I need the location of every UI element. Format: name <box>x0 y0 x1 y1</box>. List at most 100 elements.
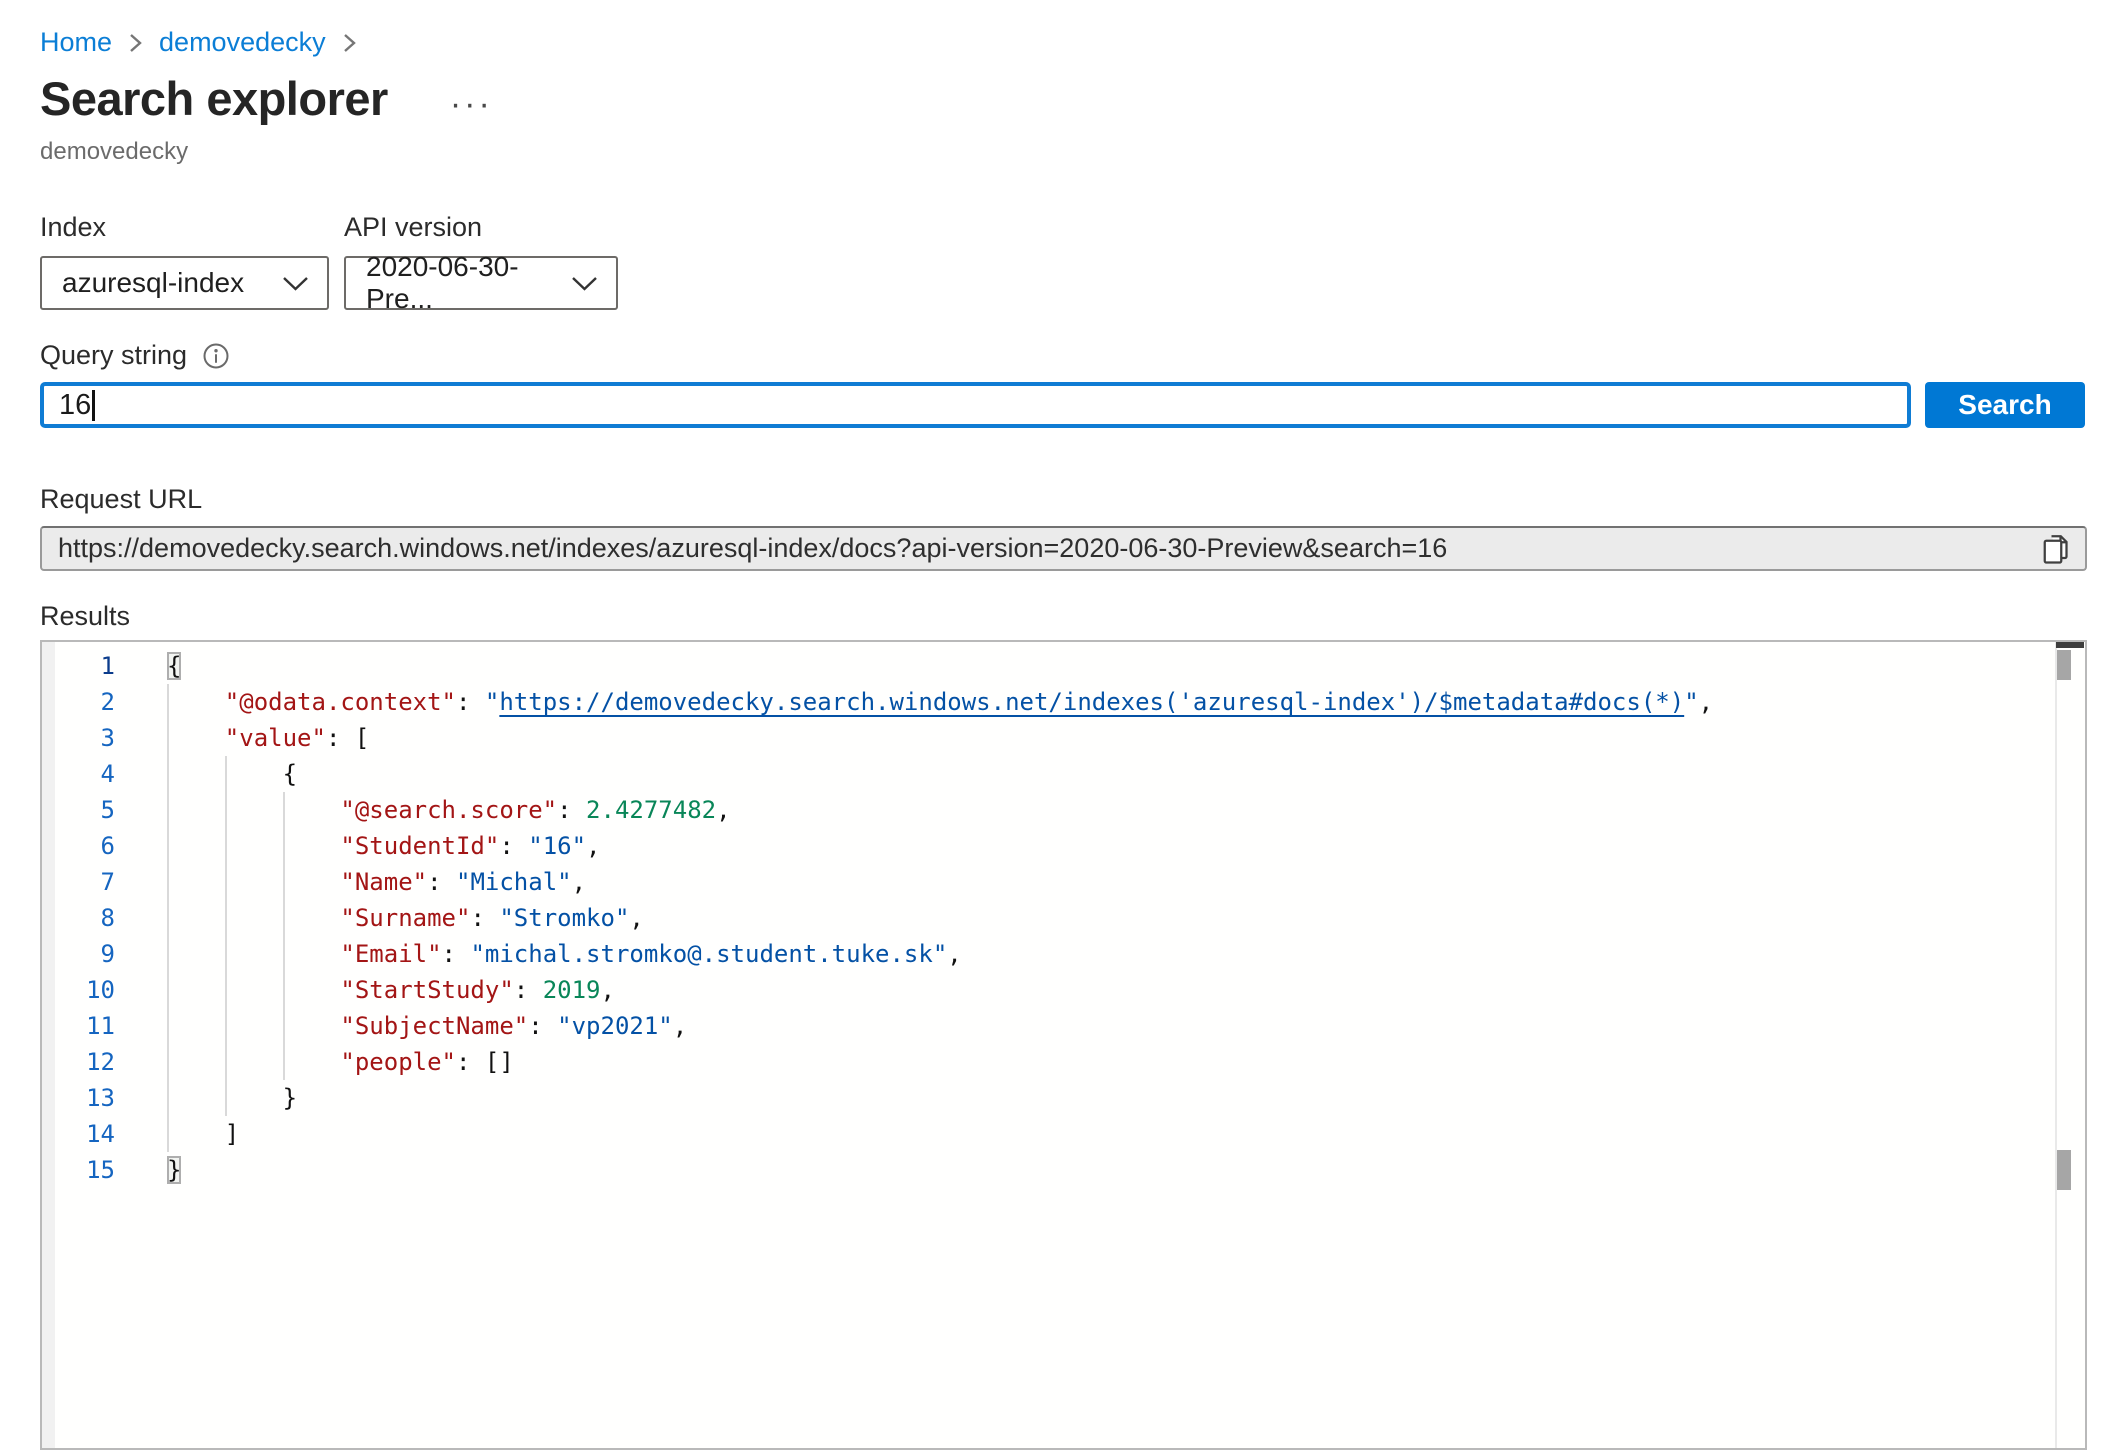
indent-guide <box>225 1044 227 1080</box>
chevron-right-icon <box>128 31 143 55</box>
code-text: "people": [] <box>167 1044 514 1080</box>
code-text: } <box>167 1080 297 1116</box>
code-text: "Email": "michal.stromko@.student.tuke.s… <box>167 936 962 972</box>
results-label: Results <box>40 601 2102 634</box>
editor-lines: 1{2"@odata.context": "https://demovedeck… <box>42 648 2053 1188</box>
indent-guide <box>225 756 227 792</box>
more-options-button[interactable]: ··· <box>444 94 499 114</box>
scrollbar-top-shadow <box>2056 642 2084 648</box>
chevron-down-icon <box>282 267 309 299</box>
copy-icon[interactable] <box>2041 531 2071 567</box>
line-number: 10 <box>42 972 115 1008</box>
query-string-value: 16 <box>59 389 91 422</box>
line-number: 9 <box>42 936 115 972</box>
code-text: "Name": "Michal", <box>167 864 586 900</box>
indent-guide <box>283 864 285 900</box>
indent-guide <box>167 1080 169 1116</box>
line-number: 2 <box>42 684 115 720</box>
indent-guide <box>167 720 169 756</box>
search-button[interactable]: Search <box>1925 382 2085 428</box>
line-number: 13 <box>42 1080 115 1116</box>
code-line: 3"value": [ <box>42 720 2053 756</box>
line-number: 5 <box>42 792 115 828</box>
code-line: 5 "@search.score": 2.4277482, <box>42 792 2053 828</box>
indent-guide <box>167 864 169 900</box>
api-version-label: API version <box>344 212 618 243</box>
code-line: 11 "SubjectName": "vp2021", <box>42 1008 2053 1044</box>
code-line: 1{ <box>42 648 2053 684</box>
code-text: { <box>167 756 297 792</box>
indent-guide <box>167 756 169 792</box>
code-line: 12 "people": [] <box>42 1044 2053 1080</box>
code-text: } <box>167 1152 181 1188</box>
indent-guide <box>283 1044 285 1080</box>
indent-guide <box>167 900 169 936</box>
search-explorer-blade: Home demovedecky Search explorer ··· dem… <box>0 0 2102 1450</box>
request-url-field[interactable]: https://demovedecky.search.windows.net/i… <box>40 526 2087 571</box>
line-number: 6 <box>42 828 115 864</box>
request-url-label: Request URL <box>40 484 2102 517</box>
api-version-dropdown-value: 2020-06-30-Pre... <box>366 251 571 315</box>
breadcrumb-link-home[interactable]: Home <box>40 27 112 58</box>
index-field: Index azuresql-index <box>40 212 329 310</box>
code-line: 7 "Name": "Michal", <box>42 864 2053 900</box>
code-text: "Surname": "Stromko", <box>167 900 644 936</box>
line-number: 11 <box>42 1008 115 1044</box>
code-text: "@odata.context": "https://demovedecky.s… <box>167 684 1713 720</box>
indent-guide <box>225 900 227 936</box>
text-caret <box>92 390 95 421</box>
line-number: 7 <box>42 864 115 900</box>
code-line: 10"StartStudy": 2019, <box>42 972 2053 1008</box>
code-text: "StudentId": "16", <box>167 828 601 864</box>
indent-guide <box>283 900 285 936</box>
code-text: "@search.score": 2.4277482, <box>167 792 731 828</box>
line-number: 14 <box>42 1116 115 1152</box>
indent-guide <box>167 1044 169 1080</box>
indent-guide <box>225 936 227 972</box>
code-line: 13} <box>42 1080 2053 1116</box>
code-text: ] <box>167 1116 239 1152</box>
code-text: { <box>167 648 181 684</box>
line-number: 8 <box>42 900 115 936</box>
indent-guide <box>225 1008 227 1044</box>
index-dropdown[interactable]: azuresql-index <box>40 256 329 310</box>
indent-guide <box>167 684 169 720</box>
api-version-dropdown[interactable]: 2020-06-30-Pre... <box>344 256 618 310</box>
indent-guide <box>283 972 285 1008</box>
line-number: 1 <box>42 648 115 684</box>
service-subtitle: demovedecky <box>40 138 2102 166</box>
scrollbar-track-divider <box>2055 642 2057 1448</box>
results-json-editor[interactable]: 1{2"@odata.context": "https://demovedeck… <box>40 640 2087 1450</box>
breadcrumb-link-demovedecky[interactable]: demovedecky <box>159 27 326 58</box>
indent-guide <box>167 1008 169 1044</box>
overview-ruler-mark <box>2057 1150 2071 1190</box>
page-title: Search explorer <box>40 74 388 124</box>
indent-guide <box>225 972 227 1008</box>
info-icon[interactable] <box>202 342 230 370</box>
indent-guide <box>167 972 169 1008</box>
indent-guide <box>225 792 227 828</box>
code-line: 4{ <box>42 756 2053 792</box>
code-line: 2 "@odata.context": "https://demovedecky.… <box>42 684 2053 720</box>
line-number: 4 <box>42 756 115 792</box>
indent-guide <box>225 1080 227 1116</box>
vertical-scrollbar-thumb[interactable] <box>2057 650 2071 680</box>
indent-guide <box>167 936 169 972</box>
indent-guide <box>225 864 227 900</box>
indent-guide <box>225 828 227 864</box>
code-line: 6 "StudentId": "16", <box>42 828 2053 864</box>
indent-guide <box>283 792 285 828</box>
indent-guide <box>283 1008 285 1044</box>
query-string-input[interactable]: 16 <box>40 382 1911 428</box>
indent-guide <box>167 1116 169 1152</box>
indent-guide <box>283 936 285 972</box>
line-number: 12 <box>42 1044 115 1080</box>
code-line: 9 "Email": "michal.stromko@.student.tuke.… <box>42 936 2053 972</box>
indent-guide <box>167 792 169 828</box>
line-number: 3 <box>42 720 115 756</box>
query-string-label: Query string <box>40 340 187 371</box>
code-text: "SubjectName": "vp2021", <box>167 1008 687 1044</box>
indent-guide <box>283 828 285 864</box>
chevron-down-icon <box>571 267 598 299</box>
line-number: 15 <box>42 1152 115 1188</box>
